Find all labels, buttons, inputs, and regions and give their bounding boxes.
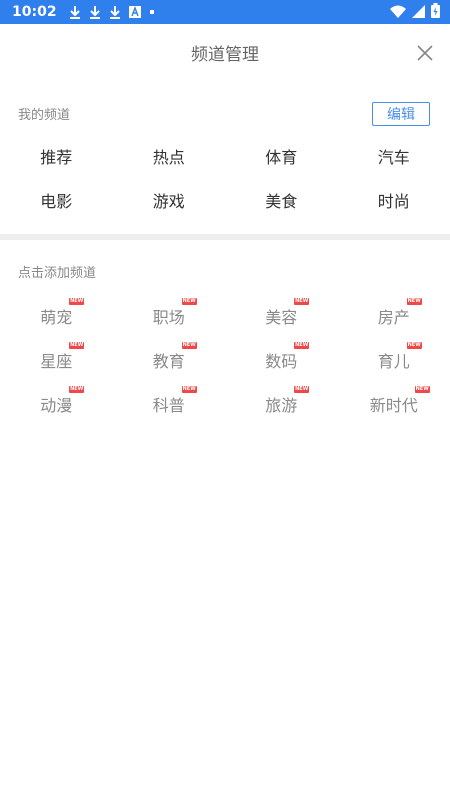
add-channel-item[interactable]: 旅游 NEW — [225, 382, 338, 426]
add-channels-label: 点击添加频道 — [18, 266, 97, 281]
channel-label: 房产 — [377, 308, 410, 327]
close-icon — [417, 45, 433, 61]
my-channel-item[interactable]: 汽车 — [338, 134, 450, 178]
add-channel-item[interactable]: 美容 NEW — [225, 294, 338, 338]
status-time: 10:02 — [12, 4, 57, 20]
channel-label: 育儿 — [377, 352, 410, 371]
download-icon — [89, 0, 101, 24]
new-badge: NEW — [181, 386, 197, 393]
channel-label: 科普 — [152, 396, 185, 415]
new-badge: NEW — [406, 298, 422, 305]
channel-label: 数码 — [265, 352, 298, 371]
add-channel-item[interactable]: 星座 NEW — [0, 338, 113, 382]
my-channel-item[interactable]: 电影 — [0, 178, 113, 222]
my-channel-item[interactable]: 热点 — [113, 134, 226, 178]
channel-label: 旅游 — [265, 396, 298, 415]
add-channel-item[interactable]: 房产 NEW — [338, 294, 450, 338]
new-badge: NEW — [294, 298, 310, 305]
new-badge: NEW — [69, 298, 85, 305]
my-channels-grid: 推荐 热点 体育 汽车 电影 游戏 美食 时尚 — [0, 134, 450, 222]
channel-label: 教育 — [152, 352, 185, 371]
new-badge: NEW — [294, 342, 310, 349]
add-channels-grid: 萌宠 NEW 职场 NEW 美容 NEW 房产 NEW 星座 NEW 教育 NEW 数码 NE… — [0, 294, 450, 426]
my-channel-item[interactable]: 时尚 — [338, 178, 450, 222]
channel-manager-header: 频道管理 — [0, 24, 450, 80]
new-badge: NEW — [294, 386, 310, 393]
add-channel-item[interactable]: 动漫 NEW — [0, 382, 113, 426]
section-divider — [0, 234, 450, 240]
new-badge: NEW — [414, 386, 430, 393]
add-channel-item[interactable]: 育儿 NEW — [338, 338, 450, 382]
new-badge: NEW — [181, 342, 197, 349]
channel-label: 新时代 — [369, 396, 418, 415]
channel-label: 动漫 — [40, 396, 73, 415]
channel-label: 星座 — [40, 352, 73, 371]
my-channel-item[interactable]: 游戏 — [113, 178, 226, 222]
add-channel-item[interactable]: 数码 NEW — [225, 338, 338, 382]
new-badge: NEW — [406, 342, 422, 349]
add-channel-item[interactable]: 职场 NEW — [113, 294, 226, 338]
a-icon — [128, 0, 141, 24]
status-bar: 10:02 — [0, 0, 450, 24]
close-button[interactable] — [416, 44, 434, 62]
wifi-icon — [390, 3, 406, 22]
page-title: 频道管理 — [191, 45, 259, 65]
my-channels-label: 我的频道 — [18, 108, 71, 123]
download-icon — [69, 0, 81, 24]
my-channel-item[interactable]: 推荐 — [0, 134, 113, 178]
channel-label: 萌宠 — [40, 308, 73, 327]
channel-label: 美容 — [265, 308, 298, 327]
my-channel-item[interactable]: 美食 — [225, 178, 338, 222]
battery-charging-icon — [431, 2, 440, 22]
add-channel-item[interactable]: 教育 NEW — [113, 338, 226, 382]
add-channel-item[interactable]: 新时代 NEW — [338, 382, 450, 426]
channel-label: 职场 — [152, 308, 185, 327]
edit-button[interactable]: 编辑 — [372, 102, 430, 126]
dot-icon — [149, 0, 155, 24]
signal-icon — [412, 3, 425, 22]
new-badge: NEW — [69, 386, 85, 393]
download-icon — [109, 0, 121, 24]
add-channel-item[interactable]: 萌宠 NEW — [0, 294, 113, 338]
my-channel-item[interactable]: 体育 — [225, 134, 338, 178]
new-badge: NEW — [69, 342, 85, 349]
new-badge: NEW — [181, 298, 197, 305]
add-channel-item[interactable]: 科普 NEW — [113, 382, 226, 426]
